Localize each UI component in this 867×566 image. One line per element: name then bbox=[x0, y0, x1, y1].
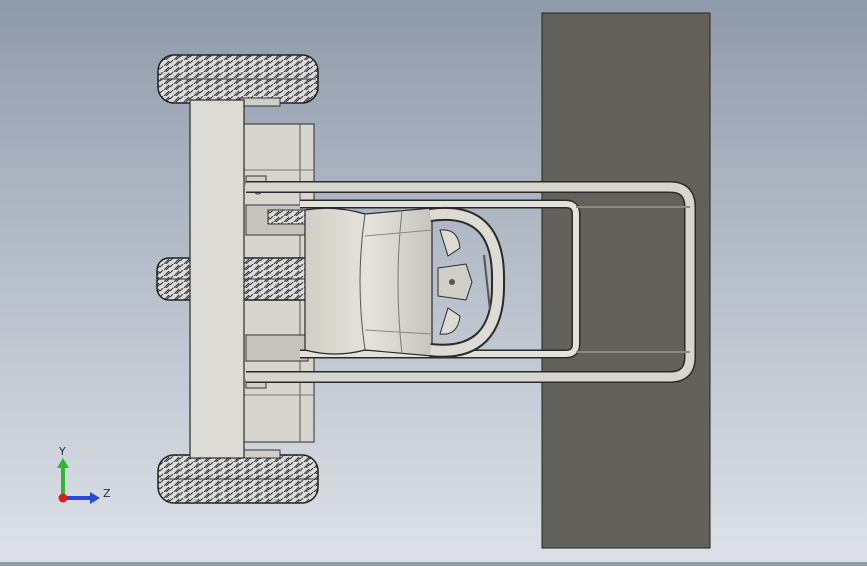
seat[interactable] bbox=[304, 207, 433, 357]
steering-wheel[interactable] bbox=[429, 206, 506, 358]
axle-plate[interactable] bbox=[189, 99, 245, 459]
tire-top[interactable] bbox=[157, 54, 319, 107]
z-axis-label: Z bbox=[103, 487, 111, 500]
cad-graphics-viewport[interactable]: Y Z bbox=[0, 0, 867, 562]
view-orientation-triad[interactable]: Y Z bbox=[57, 445, 111, 504]
y-axis-label: Y bbox=[58, 445, 66, 458]
triad-origin bbox=[58, 493, 68, 503]
model-view[interactable]: Y Z bbox=[0, 0, 867, 562]
